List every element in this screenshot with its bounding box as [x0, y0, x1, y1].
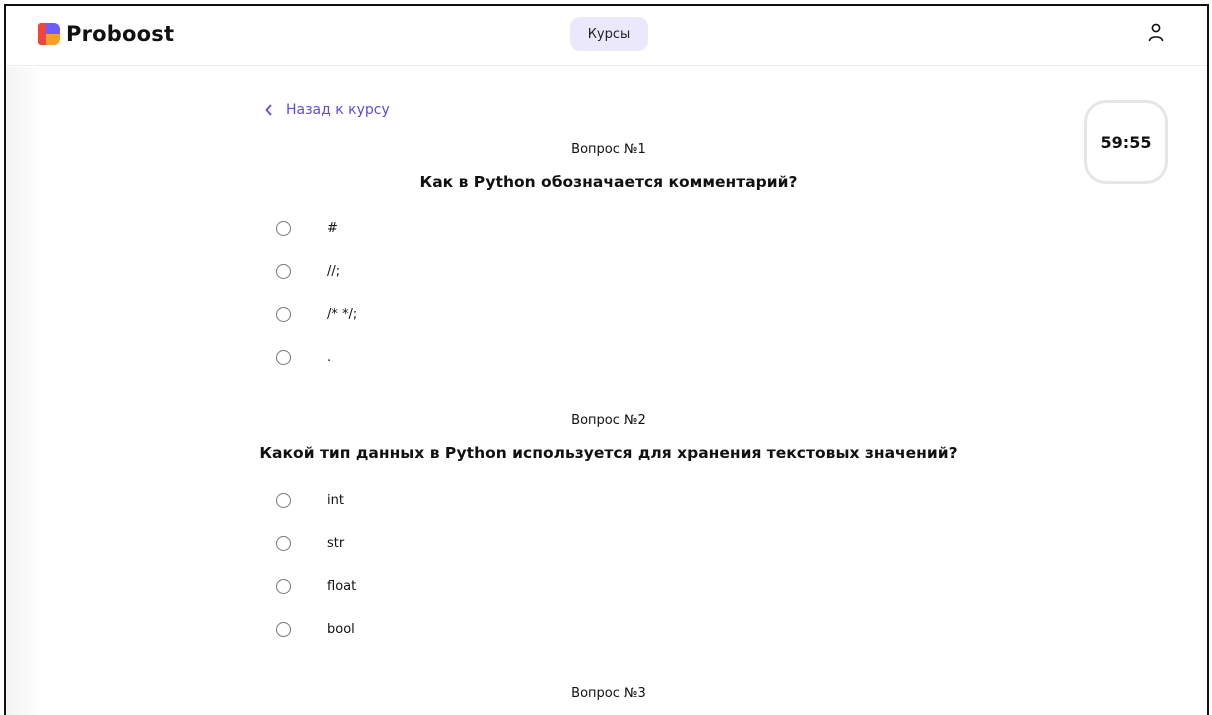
question-1-option-4[interactable]: . — [276, 350, 331, 365]
sidebar-shade — [6, 67, 40, 715]
question-2-option-4[interactable]: bool — [276, 622, 355, 637]
question-2-number: Вопрос №2 — [571, 413, 646, 428]
question-2-option-1[interactable]: int — [276, 493, 344, 508]
option-label: //; — [327, 264, 341, 279]
back-link-label: Назад к курсу — [286, 102, 390, 118]
app-frame: Proboost Курсы Назад к курсу 59:55 Вопро… — [4, 4, 1209, 715]
chevron-left-icon — [265, 104, 272, 116]
brand-logo[interactable]: Proboost — [38, 22, 174, 46]
brand-name: Proboost — [66, 22, 175, 46]
question-2-option-3[interactable]: float — [276, 579, 356, 594]
option-label: bool — [327, 622, 355, 637]
question-3-number: Вопрос №3 — [571, 686, 646, 701]
question-2-text: Какой тип данных в Python используется д… — [259, 444, 958, 462]
radio-button[interactable] — [276, 579, 291, 594]
option-label: float — [327, 579, 357, 594]
nav-courses-button[interactable]: Курсы — [570, 17, 648, 51]
option-label: int — [327, 493, 344, 508]
question-2-option-2[interactable]: str — [276, 536, 344, 551]
option-label: . — [327, 350, 332, 365]
logo-icon — [38, 23, 60, 45]
radio-button[interactable] — [276, 536, 291, 551]
option-label: /* */; — [327, 307, 358, 322]
back-to-course-link[interactable]: Назад к курсу — [264, 102, 390, 118]
radio-button[interactable] — [276, 264, 291, 279]
question-1-text: Как в Python обозначается комментарий? — [419, 173, 798, 191]
top-bar: Proboost Курсы — [6, 6, 1207, 66]
radio-button[interactable] — [276, 307, 291, 322]
user-profile-icon[interactable] — [1147, 22, 1165, 44]
option-label: # — [327, 221, 338, 236]
question-1-option-1[interactable]: # — [276, 221, 338, 236]
question-1-number: Вопрос №1 — [571, 142, 646, 157]
question-1-option-3[interactable]: /* */; — [276, 307, 357, 322]
option-label: str — [327, 536, 345, 551]
radio-button[interactable] — [276, 221, 291, 236]
radio-button[interactable] — [276, 350, 291, 365]
radio-button[interactable] — [276, 493, 291, 508]
question-1-option-2[interactable]: //; — [276, 264, 340, 279]
radio-button[interactable] — [276, 622, 291, 637]
